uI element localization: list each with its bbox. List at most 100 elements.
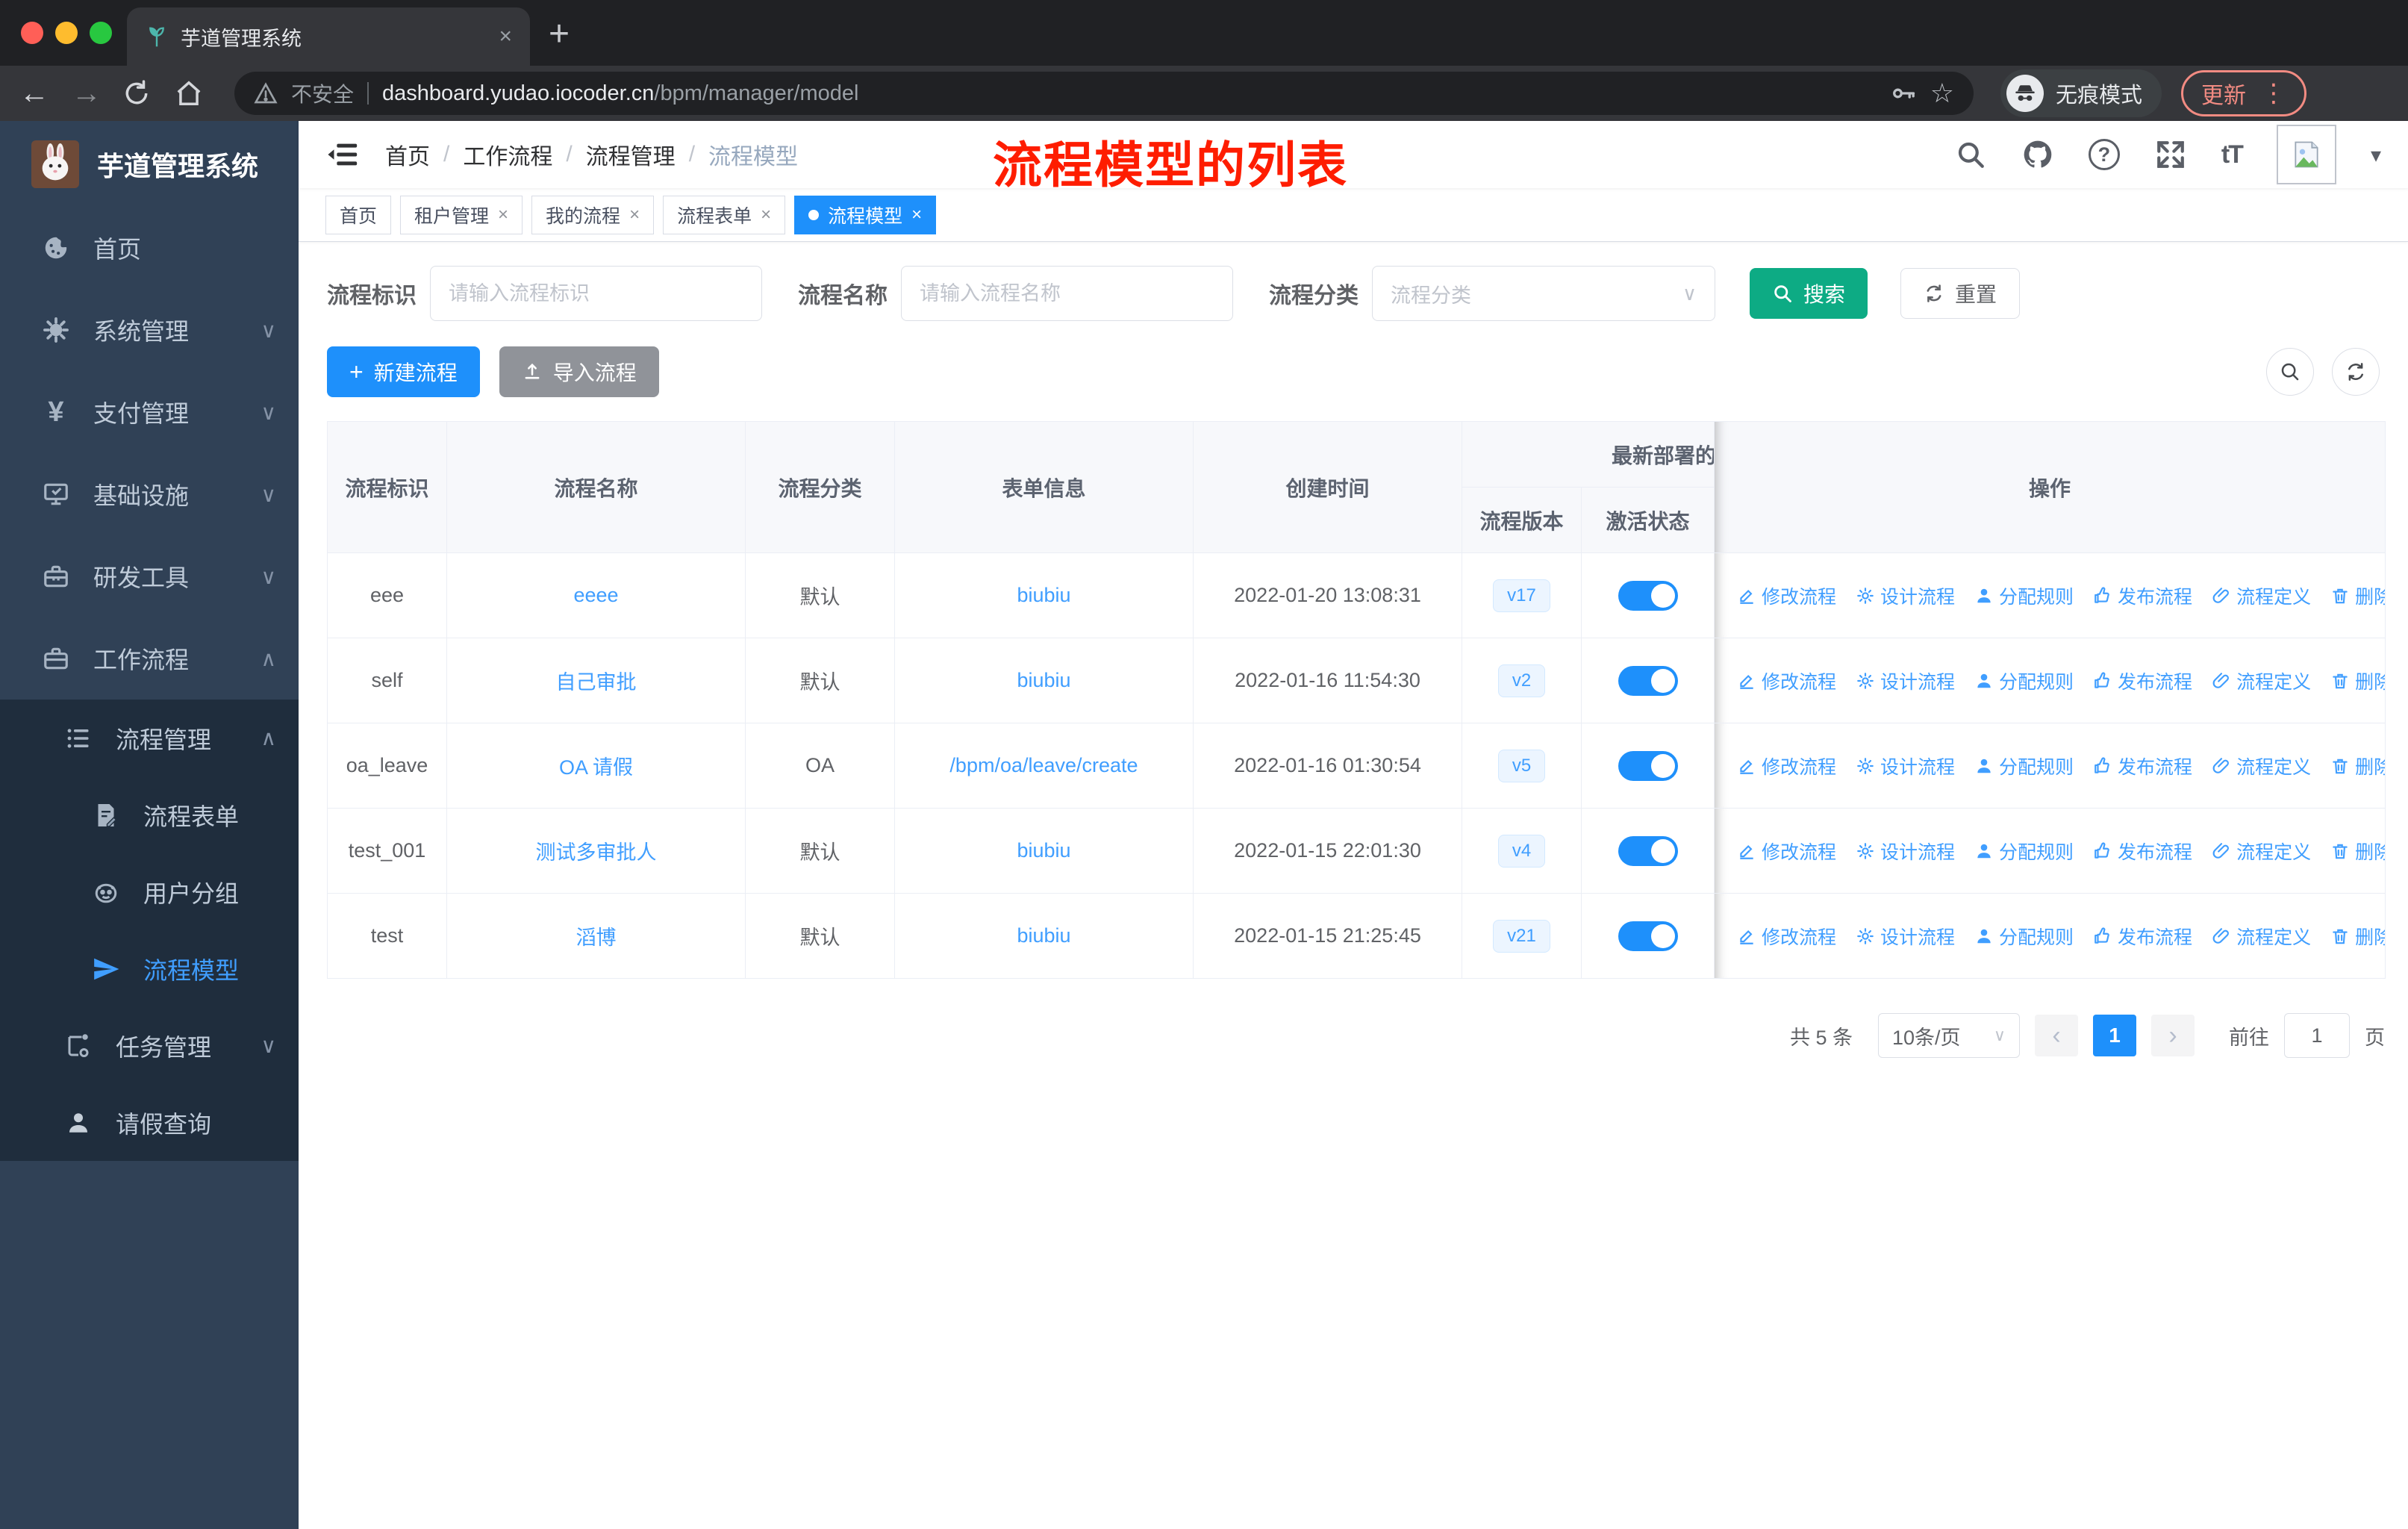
assign-rule-link[interactable]: 分配规则 (1974, 667, 2074, 694)
browser-tab[interactable]: 芋道管理系统 × (127, 7, 530, 66)
security-label[interactable]: 不安全 (291, 78, 354, 108)
reload-icon[interactable] (122, 79, 155, 108)
window-minimize-button[interactable] (55, 22, 78, 44)
breadcrumb-home[interactable]: 首页 (385, 138, 430, 171)
deploy-process-link[interactable]: 发布流程 (2093, 667, 2192, 694)
process-definition-link[interactable]: 流程定义 (2212, 923, 2311, 950)
delete-link[interactable]: 删除 (2330, 753, 2385, 779)
back-icon[interactable]: ← (18, 77, 51, 110)
sidebar-collapse-icon[interactable] (325, 137, 360, 172)
active-toggle[interactable] (1618, 750, 1678, 781)
tab-close-icon[interactable]: × (499, 24, 512, 49)
reset-button[interactable]: 重置 (1900, 268, 2021, 319)
active-toggle[interactable] (1618, 665, 1678, 696)
form-info-link[interactable]: /bpm/oa/leave/create (949, 754, 1138, 776)
forward-icon[interactable]: → (70, 77, 103, 110)
form-info-link[interactable]: biubiu (1017, 669, 1070, 691)
close-icon[interactable]: × (761, 205, 771, 225)
design-process-link[interactable]: 设计流程 (1856, 582, 1955, 609)
assign-rule-link[interactable]: 分配规则 (1974, 753, 2074, 779)
current-page-button[interactable]: 1 (2093, 1015, 2136, 1056)
sidebar-item-process-form[interactable]: 流程表单 (0, 776, 299, 853)
prev-page-button[interactable]: ‹ (2035, 1015, 2078, 1056)
form-info-link[interactable]: biubiu (1017, 584, 1070, 606)
form-info-link[interactable]: biubiu (1017, 924, 1070, 947)
assign-rule-link[interactable]: 分配规则 (1974, 923, 2074, 950)
edit-process-link[interactable]: 修改流程 (1737, 838, 1836, 865)
edit-process-link[interactable]: 修改流程 (1737, 667, 1836, 694)
close-icon[interactable]: × (498, 205, 508, 225)
sidebar-item-task-mgmt[interactable]: 任务管理 ∨ (0, 1007, 299, 1084)
delete-link[interactable]: 删除 (2330, 923, 2385, 950)
import-process-button[interactable]: 导入流程 (499, 346, 659, 397)
active-toggle[interactable] (1618, 921, 1678, 951)
bookmark-star-icon[interactable]: ☆ (1930, 78, 1954, 109)
search-button[interactable]: 搜索 (1750, 268, 1868, 319)
edit-process-link[interactable]: 修改流程 (1737, 582, 1836, 609)
close-icon[interactable]: × (911, 205, 922, 225)
tag-process-model[interactable]: 流程模型 × (794, 195, 937, 234)
delete-link[interactable]: 删除 (2330, 667, 2385, 694)
process-name-link[interactable]: 滔博 (576, 927, 617, 949)
browser-menu-dots-icon[interactable]: ⋮ (2261, 78, 2286, 108)
active-toggle[interactable] (1618, 580, 1678, 611)
delete-link[interactable]: 删除 (2330, 838, 2385, 865)
breadcrumb-workflow[interactable]: 工作流程 (463, 138, 552, 171)
process-name-link[interactable]: 自己审批 (556, 671, 637, 694)
update-button[interactable]: 更新 ⋮ (2181, 70, 2307, 116)
goto-page-input[interactable] (2284, 1013, 2350, 1058)
process-definition-link[interactable]: 流程定义 (2212, 667, 2311, 694)
search-icon[interactable] (1954, 138, 1987, 171)
sidebar-item-home[interactable]: 首页 (0, 207, 299, 289)
sidebar-item-devtools[interactable]: 研发工具 ∨ (0, 535, 299, 617)
sidebar-item-system[interactable]: 系统管理 ∨ (0, 289, 299, 371)
window-close-button[interactable] (21, 22, 43, 44)
refresh-button[interactable] (2332, 348, 2380, 396)
assign-rule-link[interactable]: 分配规则 (1974, 838, 2074, 865)
category-select[interactable]: 流程分类 ∨ (1372, 266, 1715, 321)
app-logo[interactable]: 芋道管理系统 (0, 121, 299, 207)
deploy-process-link[interactable]: 发布流程 (2093, 923, 2192, 950)
avatar[interactable] (2276, 125, 2336, 184)
close-icon[interactable]: × (629, 205, 640, 225)
process-name-link[interactable]: OA 请假 (559, 756, 633, 779)
process-name-link[interactable]: 测试多审批人 (536, 841, 657, 864)
delete-link[interactable]: 删除 (2330, 582, 2385, 609)
breadcrumb-process-mgmt[interactable]: 流程管理 (586, 138, 676, 171)
process-name-link[interactable]: eeee (573, 584, 618, 606)
help-icon[interactable]: ? (2088, 139, 2120, 170)
design-process-link[interactable]: 设计流程 (1856, 923, 1955, 950)
page-size-select[interactable]: 10条/页 ∨ (1878, 1013, 2020, 1058)
deploy-process-link[interactable]: 发布流程 (2093, 582, 2192, 609)
process-definition-link[interactable]: 流程定义 (2212, 582, 2311, 609)
sidebar-item-process-model[interactable]: 流程模型 (0, 930, 299, 1007)
fullscreen-icon[interactable] (2154, 138, 2187, 171)
window-maximize-button[interactable] (90, 22, 112, 44)
tag-tenant[interactable]: 租户管理 × (400, 195, 523, 234)
edit-process-link[interactable]: 修改流程 (1737, 923, 1836, 950)
create-process-button[interactable]: + 新建流程 (327, 346, 480, 397)
deploy-process-link[interactable]: 发布流程 (2093, 838, 2192, 865)
window-controls[interactable] (21, 22, 112, 44)
hide-search-button[interactable] (2266, 348, 2314, 396)
process-definition-link[interactable]: 流程定义 (2212, 753, 2311, 779)
process-id-input[interactable] (430, 266, 762, 321)
sidebar-item-workflow[interactable]: 工作流程 ∧ (0, 617, 299, 700)
process-definition-link[interactable]: 流程定义 (2212, 838, 2311, 865)
github-icon[interactable] (2021, 138, 2054, 171)
sidebar-item-user-group[interactable]: 用户分组 (0, 853, 299, 930)
avatar-caret-icon[interactable]: ▾ (2371, 143, 2381, 167)
deploy-process-link[interactable]: 发布流程 (2093, 753, 2192, 779)
design-process-link[interactable]: 设计流程 (1856, 838, 1955, 865)
url-bar[interactable]: 不安全 dashboard.yudao.iocoder.cn/bpm/manag… (234, 72, 1974, 115)
tag-process-form[interactable]: 流程表单 × (663, 195, 786, 234)
sidebar-item-leave-query[interactable]: 请假查询 (0, 1084, 299, 1161)
tag-my-process[interactable]: 我的流程 × (531, 195, 655, 234)
tag-home[interactable]: 首页 (325, 195, 392, 234)
design-process-link[interactable]: 设计流程 (1856, 667, 1955, 694)
edit-process-link[interactable]: 修改流程 (1737, 753, 1836, 779)
process-name-input[interactable] (901, 266, 1233, 321)
sidebar-item-payment[interactable]: ¥ 支付管理 ∨ (0, 371, 299, 453)
home-icon[interactable] (175, 79, 208, 108)
font-size-icon[interactable]: tT (2221, 140, 2244, 169)
